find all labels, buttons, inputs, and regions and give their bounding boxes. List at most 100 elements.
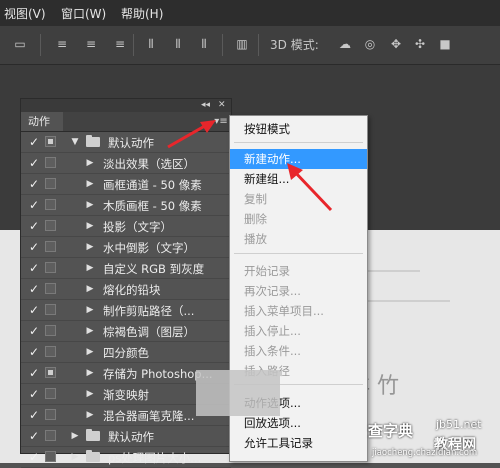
3d-roll-icon[interactable]: ◎ <box>363 37 377 51</box>
expand-right-icon[interactable]: ▶ <box>85 157 95 169</box>
action-set-row[interactable]: ✓ ▶ ps处理图片大小... <box>21 447 231 468</box>
toggle-dialog-icon[interactable] <box>45 388 56 399</box>
expand-right-icon[interactable]: ▶ <box>85 367 95 379</box>
action-row[interactable]: ✓ ▶ 制作剪贴路径（... <box>21 300 231 321</box>
expand-right-icon[interactable]: ▶ <box>70 451 80 463</box>
menu-item[interactable]: 新建组... <box>230 169 367 189</box>
action-row[interactable]: ✓ ▶ 淡出效果（选区） <box>21 153 231 174</box>
action-row[interactable]: ✓ ▶ 画框通道 - 50 像素 <box>21 174 231 195</box>
toggle-item-checkbox[interactable]: ✓ <box>27 345 41 359</box>
toggle-dialog-icon[interactable] <box>45 409 56 420</box>
toggle-dialog-icon[interactable] <box>45 304 56 315</box>
expand-right-icon[interactable]: ▶ <box>85 178 95 190</box>
toggle-item-checkbox[interactable]: ✓ <box>27 450 41 464</box>
toggle-dialog-icon[interactable] <box>45 367 56 378</box>
align-hcenter-icon[interactable]: ⫴ <box>144 37 158 51</box>
toggle-dialog-icon[interactable] <box>45 325 56 336</box>
3d-slide-icon[interactable]: ✣ <box>413 37 427 51</box>
toggle-dialog-icon[interactable] <box>45 241 56 252</box>
menu-view[interactable]: 视图(V) <box>4 5 46 22</box>
align-left-icon[interactable]: ≡ <box>113 37 127 51</box>
toggle-item-checkbox[interactable]: ✓ <box>27 408 41 422</box>
toggle-dialog-icon[interactable] <box>45 262 56 273</box>
menu-item[interactable]: 回放选项... <box>230 413 367 433</box>
toggle-item-checkbox[interactable]: ✓ <box>27 366 41 380</box>
toggle-dialog-icon[interactable] <box>45 157 56 168</box>
options-bar: ▭ ≡ ≡ ≡ ⫴ ⫴ ⫴ ▥ 3D 模式: ☁ ◎ ✥ ✣ ■ <box>0 26 500 65</box>
toggle-item-checkbox[interactable]: ✓ <box>27 282 41 296</box>
menu-separator <box>234 253 363 254</box>
action-set-row[interactable]: ✓ ▶ 默认动作 <box>21 426 231 447</box>
watermark-line3: jiaocheng.chazidian.com <box>372 448 478 458</box>
align-bottom-icon[interactable]: ≡ <box>84 37 98 51</box>
align-vcenter-icon[interactable]: ≡ <box>55 37 69 51</box>
expand-right-icon[interactable]: ▶ <box>85 304 95 316</box>
distribute-icon[interactable]: ⫴ <box>197 37 211 51</box>
3d-rotate-icon[interactable]: ☁ <box>338 37 352 51</box>
panel-titlebar: ◂◂ ✕ <box>21 99 231 112</box>
toggle-item-checkbox[interactable]: ✓ <box>27 429 41 443</box>
expand-right-icon[interactable]: ▶ <box>85 241 95 253</box>
folder-icon <box>86 450 100 462</box>
toggle-dialog-icon[interactable] <box>45 136 56 147</box>
toggle-item-checkbox[interactable]: ✓ <box>27 387 41 401</box>
toggle-dialog-icon[interactable] <box>45 430 56 441</box>
toggle-item-checkbox[interactable]: ✓ <box>27 219 41 233</box>
watermark-line1: 查字典 <box>368 422 414 440</box>
toggle-item-checkbox[interactable]: ✓ <box>27 135 41 149</box>
3d-drag-icon[interactable]: ✥ <box>389 37 403 51</box>
toggle-item-checkbox[interactable]: ✓ <box>27 177 41 191</box>
action-row[interactable]: ✓ ▶ 投影（文字） <box>21 216 231 237</box>
toggle-item-checkbox[interactable]: ✓ <box>27 324 41 338</box>
toggle-item-checkbox[interactable]: ✓ <box>27 198 41 212</box>
toggle-item-checkbox[interactable]: ✓ <box>27 261 41 275</box>
toggle-item-checkbox[interactable]: ✓ <box>27 303 41 317</box>
watermark-corner: jb51.net <box>436 418 482 431</box>
expand-right-icon[interactable]: ▶ <box>85 409 95 421</box>
expand-down-icon[interactable]: ▼ <box>70 136 80 148</box>
expand-right-icon[interactable]: ▶ <box>85 262 95 274</box>
action-row[interactable]: ✓ ▶ 木质画框 - 50 像素 <box>21 195 231 216</box>
action-row[interactable]: ✓ ▶ 熔化的铅块 <box>21 279 231 300</box>
panel-menu-icon[interactable]: ▾≡ <box>214 115 228 128</box>
menu-item: 再次记录... <box>244 284 301 298</box>
menu-item[interactable]: 按钮模式 <box>230 119 367 139</box>
menu-item[interactable]: 新建动作... <box>230 149 367 169</box>
action-row[interactable]: ✓ ▶ 自定义 RGB 到灰度 <box>21 258 231 279</box>
action-name: 自定义 RGB 到灰度 <box>103 262 205 276</box>
expand-right-icon[interactable]: ▶ <box>85 346 95 358</box>
toggle-dialog-icon[interactable] <box>45 283 56 294</box>
menu-item[interactable]: 允许工具记录 <box>230 433 367 453</box>
actions-list: ✓ ▼ 默认动作 ✓ ▶ 淡出效果（选区） ✓ ▶ 画框通道 - 50 像素 ✓ ▶ 木质画框 - 5… <box>21 132 231 468</box>
action-name: 水中倒影（文字） <box>103 241 195 255</box>
toggle-item-checkbox[interactable]: ✓ <box>27 240 41 254</box>
tab-actions[interactable]: 动作 <box>21 112 63 131</box>
action-set-row[interactable]: ✓ ▼ 默认动作 <box>21 132 231 153</box>
action-row[interactable]: ✓ ▶ 四分颜色 <box>21 342 231 363</box>
toggle-item-checkbox[interactable]: ✓ <box>27 156 41 170</box>
action-row[interactable]: ✓ ▶ 棕褐色调（图层） <box>21 321 231 342</box>
align-top-icon[interactable]: ▭ <box>13 37 27 51</box>
expand-right-icon[interactable]: ▶ <box>70 430 80 442</box>
toggle-dialog-icon[interactable] <box>45 199 56 210</box>
toggle-dialog-icon[interactable] <box>45 451 56 462</box>
auto-align-icon[interactable]: ▥ <box>235 37 249 51</box>
toggle-dialog-icon[interactable] <box>45 178 56 189</box>
menu-help[interactable]: 帮助(H) <box>121 5 163 22</box>
toggle-dialog-icon[interactable] <box>45 220 56 231</box>
expand-right-icon[interactable]: ▶ <box>85 220 95 232</box>
close-icon[interactable]: ✕ <box>218 99 226 112</box>
toggle-dialog-icon[interactable] <box>45 346 56 357</box>
expand-right-icon[interactable]: ▶ <box>85 325 95 337</box>
action-row[interactable]: ✓ ▶ 水中倒影（文字） <box>21 237 231 258</box>
expand-right-icon[interactable]: ▶ <box>85 388 95 400</box>
folder-icon <box>86 135 100 147</box>
expand-right-icon[interactable]: ▶ <box>85 199 95 211</box>
3d-scale-icon[interactable]: ■ <box>438 37 452 51</box>
expand-right-icon[interactable]: ▶ <box>85 283 95 295</box>
collapse-icon[interactable]: ◂◂ <box>201 99 210 112</box>
blurred-region <box>196 370 280 416</box>
menu-window[interactable]: 窗口(W) <box>61 5 106 22</box>
action-name: 熔化的铅块 <box>103 283 161 297</box>
align-right-icon[interactable]: ⫴ <box>171 37 185 51</box>
